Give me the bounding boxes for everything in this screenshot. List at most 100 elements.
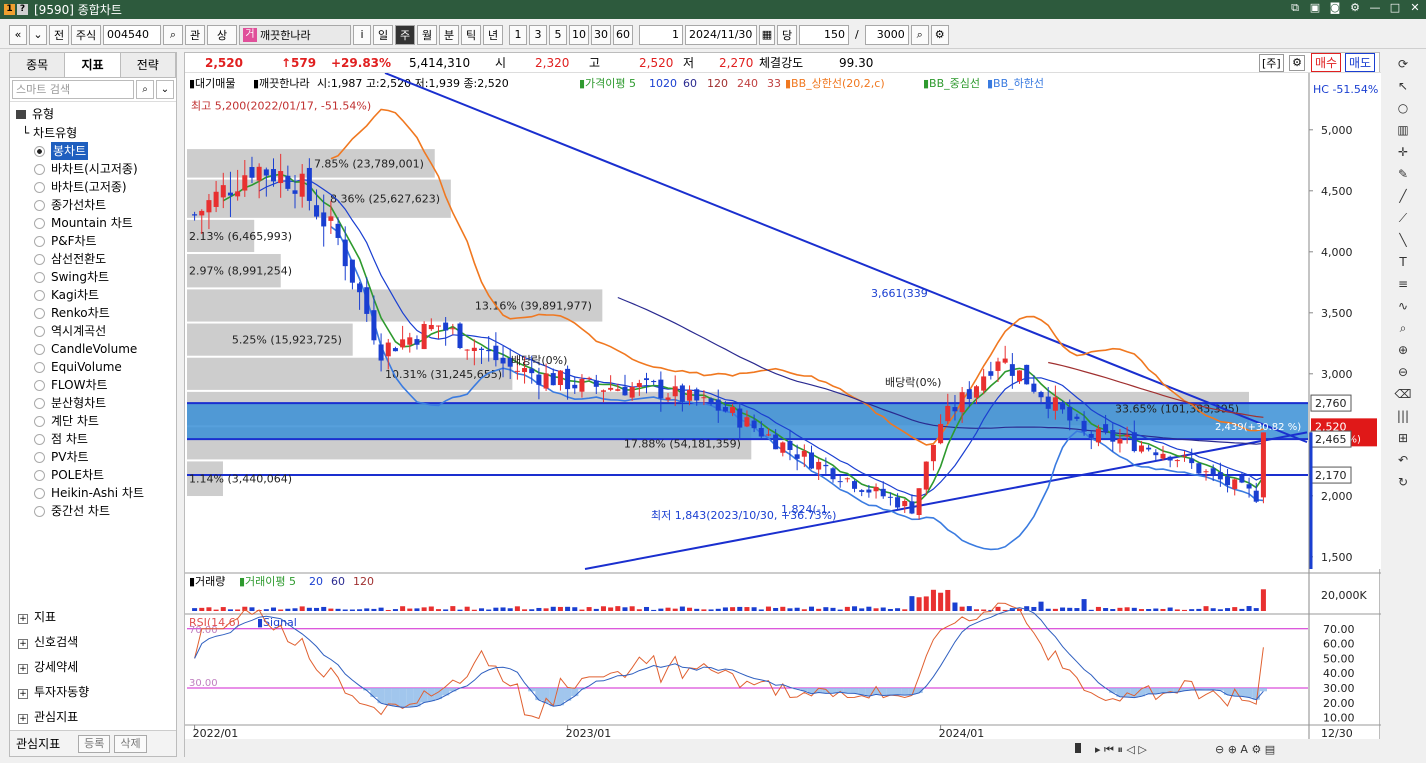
chart-type-item[interactable]: P&F차트 <box>16 232 176 250</box>
period-week[interactable]: 주 <box>395 24 415 45</box>
period-minute[interactable]: 분 <box>439 24 459 45</box>
zoom-in-icon[interactable]: ⊕ <box>1393 340 1413 360</box>
line-icon[interactable]: ╱ <box>1393 186 1413 206</box>
buy-button[interactable]: 매수 <box>1311 53 1342 72</box>
bar-chart-icon[interactable]: ▥ <box>1393 120 1413 140</box>
related-button[interactable]: 관 <box>185 24 205 45</box>
ray-icon[interactable]: ⟋ <box>1393 208 1413 228</box>
radio-icon[interactable] <box>34 181 45 193</box>
current-button[interactable]: 당 <box>777 24 797 45</box>
search-icon[interactable]: ⌕ <box>136 80 154 99</box>
undo-icon[interactable]: ↶ <box>1393 450 1413 470</box>
chart-type-item[interactable]: Heikin-Ashi 차트 <box>16 484 176 502</box>
tab-stock[interactable]: 종목 <box>10 53 66 77</box>
chart-type-item[interactable]: EquiVolume <box>16 358 176 376</box>
delete-button[interactable]: 삭제 <box>114 734 147 753</box>
interval-1[interactable]: 1 <box>509 24 527 45</box>
chart-type-item[interactable]: 종가선차트 <box>16 196 176 214</box>
bars-total-input[interactable]: 3000 <box>864 24 909 45</box>
wave-icon[interactable]: ∿ <box>1393 296 1413 316</box>
save-icon[interactable]: ▣ <box>1308 1 1322 15</box>
unit-button[interactable]: [주] <box>1259 53 1284 72</box>
history-dropdown[interactable]: ⌄ <box>29 24 47 45</box>
chart-type-item[interactable]: CandleVolume <box>16 340 176 358</box>
count-select[interactable]: 1 <box>639 24 683 45</box>
chart-svg[interactable]: ▮대기매물 ▮깨끗한나라 시:1,987 고:2,520 저:1,939 종:2,5… <box>185 73 1381 758</box>
code-input[interactable]: 004540 <box>103 24 161 45</box>
chart-type-item[interactable]: 바차트(시고저종) <box>16 160 176 178</box>
radio-icon[interactable] <box>34 361 45 373</box>
interval-5[interactable]: 5 <box>549 24 567 45</box>
section-indicator[interactable]: + 지표 <box>10 605 176 630</box>
prev-button[interactable]: « <box>9 24 27 45</box>
period-month[interactable]: 월 <box>417 24 437 45</box>
all-button[interactable]: 전 <box>49 24 69 45</box>
radio-icon[interactable] <box>34 289 45 301</box>
smart-search-input[interactable]: 스마트 검색 <box>12 80 134 99</box>
radio-icon[interactable] <box>34 451 45 463</box>
radio-icon[interactable] <box>34 379 45 391</box>
refresh-icon[interactable]: ⟳ <box>1393 54 1413 74</box>
radio-icon[interactable] <box>34 415 45 427</box>
chart-type-item[interactable]: 계단 차트 <box>16 412 176 430</box>
section-favorite[interactable]: + 관심지표 <box>10 705 176 730</box>
chart-type-item[interactable]: 역시계곡선 <box>16 322 176 340</box>
sell-button[interactable]: 매도 <box>1345 53 1376 72</box>
subcategory-chart-type[interactable]: └ 차트유형 <box>16 124 176 142</box>
chart-type-item[interactable]: 봉차트 <box>16 142 176 160</box>
interval-3[interactable]: 3 <box>529 24 547 45</box>
date-input[interactable]: 2024/11/30 <box>685 24 757 45</box>
minimize-icon[interactable]: — <box>1368 1 1382 15</box>
chart-settings-icon[interactable]: ⚙ <box>1289 54 1305 71</box>
category-type[interactable]: 유형 <box>16 105 176 124</box>
radio-icon[interactable] <box>34 271 45 283</box>
radio-icon[interactable] <box>34 235 45 247</box>
chart-type-item[interactable]: Swing차트 <box>16 268 176 286</box>
interval-60[interactable]: 60 <box>613 24 633 45</box>
interval-10[interactable]: 10 <box>569 24 589 45</box>
register-button[interactable]: 등록 <box>78 734 111 753</box>
bars-icon[interactable]: ||| <box>1393 406 1413 426</box>
chart-type-item[interactable]: 삼선전환도 <box>16 250 176 268</box>
text-icon[interactable]: T <box>1393 252 1413 272</box>
zoom-icon[interactable]: ⌕ <box>910 24 929 45</box>
radio-icon[interactable] <box>34 199 45 211</box>
chart-type-item[interactable]: POLE차트 <box>16 466 176 484</box>
link-icon[interactable]: ⧉ <box>1288 1 1302 15</box>
camera-icon[interactable]: ◙ <box>1328 1 1342 15</box>
chart-type-item[interactable]: Kagi차트 <box>16 286 176 304</box>
radio-icon[interactable] <box>34 163 45 175</box>
radio-icon[interactable] <box>34 217 45 229</box>
close-icon[interactable]: ✕ <box>1408 1 1422 15</box>
chart-type-item[interactable]: 점 차트 <box>16 430 176 448</box>
trendline-icon[interactable]: ╲ <box>1393 230 1413 250</box>
chart-type-item[interactable]: Renko차트 <box>16 304 176 322</box>
radio-icon[interactable] <box>34 343 45 355</box>
section-strength[interactable]: + 강세약세 <box>10 655 176 680</box>
bars-shown-input[interactable]: 150 <box>799 24 849 45</box>
circle-icon[interactable]: ○ <box>1393 98 1413 118</box>
chart-type-item[interactable]: PV차트 <box>16 448 176 466</box>
chart-type-item[interactable]: 바차트(고저종) <box>16 178 176 196</box>
market-select[interactable]: 주식 <box>71 24 101 45</box>
chart-type-item[interactable]: 중간선 차트 <box>16 502 176 520</box>
radio-icon[interactable] <box>34 397 45 409</box>
tab-strategy[interactable]: 전략 <box>120 53 176 77</box>
period-tick[interactable]: 틱 <box>461 24 481 45</box>
tab-indicator[interactable]: 지표 <box>65 53 121 77</box>
crosshair-icon[interactable]: ✛ <box>1393 142 1413 162</box>
radio-icon[interactable] <box>34 253 45 265</box>
settings-icon[interactable]: ⚙ <box>1348 1 1362 15</box>
period-day[interactable]: 일 <box>373 24 393 45</box>
help-icon[interactable]: ? <box>17 4 28 15</box>
radio-icon[interactable] <box>34 469 45 481</box>
magnifier-icon[interactable]: ⌕ <box>1393 318 1413 338</box>
search-icon[interactable]: ⌕ <box>163 24 183 45</box>
calendar-icon[interactable]: ▦ <box>759 24 775 45</box>
radio-icon[interactable] <box>34 487 45 499</box>
reload-icon[interactable]: ↻ <box>1393 472 1413 492</box>
eraser-icon[interactable]: ⌫ <box>1393 384 1413 404</box>
section-signal[interactable]: + 신호검색 <box>10 630 176 655</box>
toolbar-settings-icon[interactable]: ⚙ <box>930 24 949 45</box>
zoom-out-icon[interactable]: ⊖ <box>1393 362 1413 382</box>
